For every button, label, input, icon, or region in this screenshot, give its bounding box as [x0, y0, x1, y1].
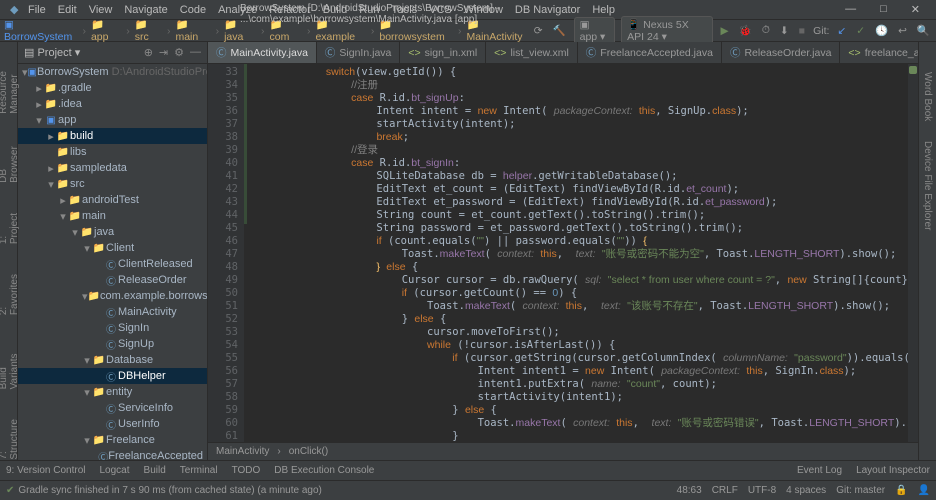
tab-releaseorder-java[interactable]: ⒸReleaseOrder.java: [722, 42, 840, 63]
search-icon[interactable]: 🔍: [915, 24, 932, 37]
window-title: BorrowSystem [D:\AndroidStudioProjects\B…: [234, 3, 702, 25]
status-message: Gradle sync finished in 7 s 90 ms (from …: [18, 485, 321, 496]
tool-build[interactable]: Build: [144, 465, 166, 476]
tool-7--structure[interactable]: 7: Structure: [0, 419, 20, 460]
status-ok-icon: ✔: [6, 485, 14, 496]
line-gutter[interactable]: 33 34 35 36 37 38 39 40 41 42 43 44 45 4…: [208, 64, 244, 442]
lock-icon[interactable]: 🔒: [895, 485, 907, 496]
tree-node-client[interactable]: ▾📁Client: [18, 240, 207, 256]
collapse-icon[interactable]: ⇥: [159, 46, 168, 59]
tree-node-dbhelper[interactable]: ⒸDBHelper: [18, 368, 207, 384]
error-stripe[interactable]: [908, 64, 918, 442]
debug-icon[interactable]: 🐞: [737, 24, 754, 37]
tree-node-main[interactable]: ▾📁main: [18, 208, 207, 224]
tree-node--idea[interactable]: ▸📁.idea: [18, 96, 207, 112]
tree-node-sampledata[interactable]: ▸📁sampledata: [18, 160, 207, 176]
tool-2--favorites[interactable]: 2: Favorites: [0, 274, 20, 315]
indent-info[interactable]: 4 spaces: [786, 485, 826, 496]
editor-area: ⒸMainActivity.javaⒸSignIn.java<>sign_in.…: [208, 42, 918, 460]
tool-event-log[interactable]: Event Log: [797, 465, 842, 476]
stop-icon[interactable]: ■: [797, 25, 807, 37]
maximize-icon[interactable]: □: [874, 3, 893, 16]
tree-node--gradle[interactable]: ▸📁.gradle: [18, 80, 207, 96]
tool-word-book[interactable]: Word Book: [922, 72, 933, 121]
tool-device-file-explorer[interactable]: Device File Explorer: [922, 141, 933, 230]
tab-list_view-xml[interactable]: <>list_view.xml: [486, 42, 578, 63]
inspection-ok-icon: [909, 66, 917, 74]
git-label: Git:: [813, 25, 829, 37]
menu-edit[interactable]: Edit: [52, 4, 83, 16]
git-history-icon[interactable]: 🕓: [873, 24, 890, 37]
tree-node-userinfo[interactable]: ⒸUserInfo: [18, 416, 207, 432]
tool-terminal[interactable]: Terminal: [180, 465, 218, 476]
tool-resource-manager[interactable]: Resource Manager: [0, 52, 20, 114]
right-tool-rail: Word Book Device File Explorer: [918, 42, 936, 460]
tree-node-releaseorder[interactable]: ⒸReleaseOrder: [18, 272, 207, 288]
close-icon[interactable]: ✕: [905, 3, 926, 16]
build-icon[interactable]: 🔨: [551, 24, 568, 37]
tree-node-build[interactable]: ▸📁build: [18, 128, 207, 144]
menu-file[interactable]: File: [22, 4, 52, 16]
git-revert-icon[interactable]: ↩: [896, 25, 909, 37]
tool-db-execution-console[interactable]: DB Execution Console: [274, 465, 374, 476]
editor-tabs: ⒸMainActivity.javaⒸSignIn.java<>sign_in.…: [208, 42, 918, 64]
bottom-tool-bar: 9: Version Control Logcat Build Terminal TOD…: [0, 460, 936, 480]
tab-mainactivity-java[interactable]: ⒸMainActivity.java: [208, 42, 317, 63]
tree-node-java[interactable]: ▾📁java: [18, 224, 207, 240]
vcs-change-marker: [244, 64, 247, 224]
tree-node-entity[interactable]: ▾📁entity: [18, 384, 207, 400]
tree-node-database[interactable]: ▾📁Database: [18, 352, 207, 368]
memory-indicator[interactable]: 👤: [918, 485, 930, 496]
tree-node-borrowsystem[interactable]: ▾▣BorrowSystem D:\AndroidStudioProjects\…: [18, 64, 207, 80]
app-logo-icon: ◆: [4, 3, 18, 17]
tool-todo[interactable]: TODO: [232, 465, 261, 476]
project-view-dropdown[interactable]: ▤ Project ▾: [24, 46, 80, 59]
project-tree[interactable]: ▾▣BorrowSystem D:\AndroidStudioProjects\…: [18, 64, 207, 460]
tree-node-app[interactable]: ▾▣app: [18, 112, 207, 128]
gear-icon[interactable]: ⚙: [174, 46, 184, 59]
tree-node-freelanceaccepted[interactable]: ⒸFreelanceAccepted: [18, 448, 207, 460]
tab-sign_in-xml[interactable]: <>sign_in.xml: [400, 42, 486, 63]
select-opened-icon[interactable]: ⊕: [144, 46, 153, 59]
tool-build-variants[interactable]: Build Variants: [0, 345, 20, 389]
tool-9--version-control[interactable]: 9: Version Control: [6, 465, 86, 476]
left-tool-rail: Resource Manager DB Browser 1: Project 2: F…: [0, 42, 18, 460]
tab-freelanceaccepted-java[interactable]: ⒸFreelanceAccepted.java: [578, 42, 722, 63]
menu-view[interactable]: View: [83, 4, 119, 16]
tree-node-androidtest[interactable]: ▸📁androidTest: [18, 192, 207, 208]
line-separator[interactable]: CRLF: [712, 485, 738, 496]
tree-node-serviceinfo[interactable]: ⒸServiceInfo: [18, 400, 207, 416]
code-editor[interactable]: switch(view.getId()) { //注册 case R.id.bt…: [244, 64, 918, 442]
tree-node-signup[interactable]: ⒸSignUp: [18, 336, 207, 352]
caret-position[interactable]: 48:63: [677, 485, 702, 496]
file-encoding[interactable]: UTF-8: [748, 485, 776, 496]
hide-icon[interactable]: —: [190, 46, 201, 59]
tree-node-src[interactable]: ▾📁src: [18, 176, 207, 192]
status-bar: ✔ Gradle sync finished in 7 s 90 ms (fro…: [0, 480, 936, 500]
sync-icon[interactable]: ⟳: [532, 25, 545, 37]
tree-node-signin[interactable]: ⒸSignIn: [18, 320, 207, 336]
attach-icon[interactable]: ⬇: [778, 25, 791, 37]
tab-signin-java[interactable]: ⒸSignIn.java: [317, 42, 400, 63]
tool-layout-inspector[interactable]: Layout Inspector: [856, 465, 930, 476]
project-tool-window: ▤ Project ▾ ⊕ ⇥ ⚙ — ▾▣BorrowSystem D:\An…: [18, 42, 208, 460]
tree-node-freelance[interactable]: ▾📁Freelance: [18, 432, 207, 448]
tree-node-com-example-borrowsystem[interactable]: ▾📁com.example.borrowsystem: [18, 288, 207, 304]
tab-freelance_accepted-xml[interactable]: <>freelance_accepted.xml: [840, 42, 918, 63]
git-commit-icon[interactable]: ✓: [854, 25, 867, 37]
tree-node-libs[interactable]: 📁libs: [18, 144, 207, 160]
tool-logcat[interactable]: Logcat: [100, 465, 130, 476]
tool-db-browser[interactable]: DB Browser: [0, 144, 20, 183]
profile-icon[interactable]: ⏱: [760, 24, 772, 37]
menu-navigate[interactable]: Navigate: [118, 4, 173, 16]
tool-1--project[interactable]: 1: Project: [0, 213, 20, 244]
minimize-icon[interactable]: —: [839, 3, 862, 16]
editor-breadcrumb[interactable]: MainActivity › onClick(): [208, 442, 918, 460]
run-icon[interactable]: ▶: [719, 25, 731, 37]
tree-node-clientreleased[interactable]: ⒸClientReleased: [18, 256, 207, 272]
git-pull-icon[interactable]: ↙: [835, 25, 848, 37]
git-branch[interactable]: Git: master: [836, 485, 885, 496]
tree-node-mainactivity[interactable]: ⒸMainActivity: [18, 304, 207, 320]
menu-code[interactable]: Code: [174, 4, 212, 16]
